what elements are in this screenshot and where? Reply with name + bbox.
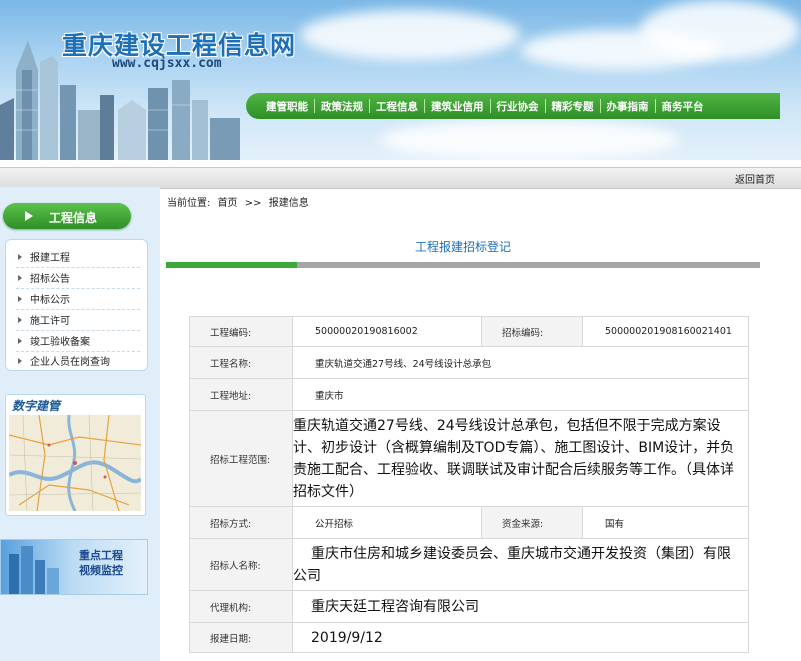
bullet-icon [18, 254, 22, 260]
fund-source-label: 资金来源: [481, 506, 583, 539]
breadcrumb-current: 报建信息 [268, 198, 309, 209]
divider [16, 267, 140, 268]
report-date-value: 2019/9/12 [292, 622, 749, 653]
sidebar-item-baojian[interactable]: 报建工程 [18, 249, 70, 267]
project-name-value: 重庆轨道交通27号线、24号线设计总承包 [292, 346, 749, 379]
table-row: 招标方式: 公开招标 资金来源: 国有 [189, 506, 749, 539]
agency-value: 重庆天廷工程咨询有限公司 [292, 590, 749, 623]
breadcrumb-home-link[interactable]: 首页 [218, 198, 238, 209]
bullet-icon [18, 296, 22, 302]
main-nav: 建管职能 政策法规 工程信息 建筑业信用 行业协会 精彩专题 办事指南 商务平台 [246, 93, 780, 119]
tender-method-label: 招标方式: [189, 506, 293, 539]
nav-item-association[interactable]: 行业协会 [491, 99, 545, 114]
site-url: www.cqjsxx.com [112, 56, 222, 71]
tender-scope-label: 招标工程范围: [189, 410, 293, 507]
table-row: 代理机构: 重庆天廷工程咨询有限公司 [189, 590, 749, 623]
progress-bar-fill [166, 262, 297, 268]
sidebar-section-header[interactable]: 工程信息 [3, 203, 131, 229]
project-info-table: 工程编码: 50000020190816002 招标编码: 5000002019… [189, 316, 749, 653]
cloud-decoration [300, 10, 520, 60]
table-row: 报建日期: 2019/9/12 [189, 622, 749, 653]
nav-item-topics[interactable]: 精彩专题 [546, 99, 600, 114]
video-monitor-line1: 重点工程 [79, 549, 123, 562]
nav-item-policy[interactable]: 政策法规 [315, 99, 369, 114]
sidebar-menu: 报建工程 招标公告 中标公示 施工许可 竣工验收备案 企业人员在岗查询 [5, 239, 148, 371]
top-bar: 返回首页 [0, 167, 801, 189]
bullet-icon [18, 338, 22, 344]
city-map-image [9, 415, 141, 511]
breadcrumb-separator: >> [244, 198, 262, 209]
nav-item-project-info[interactable]: 工程信息 [370, 99, 424, 114]
sidebar-item-award-notice[interactable]: 中标公示 [18, 291, 70, 309]
video-monitor-banner[interactable]: 重点工程 视频监控 [0, 539, 148, 595]
project-name-label: 工程名称: [189, 346, 293, 379]
tender-code-label: 招标编码: [481, 316, 583, 347]
sidebar-item-label: 招标公告 [30, 274, 70, 285]
digital-management-title: 数字建管 [12, 399, 61, 413]
nav-item-credit[interactable]: 建筑业信用 [425, 99, 490, 114]
play-arrow-icon [25, 211, 33, 221]
sidebar-section-title: 工程信息 [49, 211, 98, 225]
project-code-label: 工程编码: [189, 316, 293, 347]
project-address-value: 重庆市 [292, 378, 749, 411]
report-date-label: 报建日期: [189, 622, 293, 653]
project-address-label: 工程地址: [189, 378, 293, 411]
table-row: 招标人名称: 重庆市住房和城乡建设委员会、重庆城市交通开发投资（集团）有限公司 [189, 538, 749, 591]
cloud-decoration [640, 0, 800, 60]
sidebar-item-permit[interactable]: 施工许可 [18, 312, 70, 330]
table-row: 工程编码: 50000020190816002 招标编码: 5000002019… [189, 316, 749, 347]
table-row: 工程地址: 重庆市 [189, 378, 749, 411]
building-icon [9, 546, 59, 594]
bullet-icon [18, 275, 22, 281]
sidebar-item-acceptance[interactable]: 竣工验收备案 [18, 333, 90, 351]
nav-item-business[interactable]: 商务平台 [656, 99, 710, 114]
tender-method-value: 公开招标 [292, 506, 482, 539]
nav-item-jianguan[interactable]: 建管职能 [260, 99, 314, 114]
table-row: 工程名称: 重庆轨道交通27号线、24号线设计总承包 [189, 346, 749, 379]
sidebar-item-label: 企业人员在岗查询 [30, 357, 110, 368]
sidebar-item-label: 中标公示 [30, 295, 70, 306]
bullet-icon [18, 358, 22, 364]
tenderer-name-label: 招标人名称: [189, 538, 293, 591]
agency-label: 代理机构: [189, 590, 293, 623]
divider [16, 288, 140, 289]
sidebar: 工程信息 报建工程 招标公告 中标公示 施工许可 竣工验收备案 企业人员在岗查询… [0, 187, 160, 661]
tender-scope-value: 重庆轨道交通27号线、24号线设计总承包，包括但不限于完成方案设计、初步设计（含… [292, 410, 749, 507]
divider [16, 309, 140, 310]
breadcrumb: 当前位置: 首页 >> 报建信息 [167, 194, 313, 209]
divider [16, 330, 140, 331]
sidebar-item-label: 报建工程 [30, 253, 70, 264]
project-code-value: 50000020190816002 [292, 316, 482, 347]
digital-management-panel[interactable]: 数字建管 [5, 394, 146, 516]
cloud-decoration [380, 120, 680, 160]
breadcrumb-prefix: 当前位置: [167, 198, 211, 209]
sidebar-item-staff-query[interactable]: 企业人员在岗查询 [18, 353, 110, 371]
divider [16, 351, 140, 352]
city-skyline-image [0, 40, 240, 160]
table-row: 招标工程范围: 重庆轨道交通27号线、24号线设计总承包，包括但不限于完成方案设… [189, 410, 749, 507]
tender-code-value: 500000201908160021401 [582, 316, 749, 347]
page-title: 工程报建招标登记 [414, 240, 511, 254]
video-monitor-line2: 视频监控 [79, 564, 123, 577]
back-home-link[interactable]: 返回首页 [735, 171, 775, 186]
sidebar-item-tender-notice[interactable]: 招标公告 [18, 270, 70, 288]
site-banner: 重庆建设工程信息网 www.cqjsxx.com 建管职能 政策法规 工程信息 … [0, 0, 801, 160]
nav-item-guide[interactable]: 办事指南 [601, 99, 655, 114]
progress-bar [166, 262, 760, 268]
bullet-icon [18, 317, 22, 323]
sidebar-item-label: 竣工验收备案 [30, 337, 90, 348]
video-monitor-title: 重点工程 视频监控 [79, 548, 123, 578]
tenderer-name-value: 重庆市住房和城乡建设委员会、重庆城市交通开发投资（集团）有限公司 [292, 538, 749, 591]
sidebar-item-label: 施工许可 [30, 316, 70, 327]
fund-source-value: 国有 [582, 506, 749, 539]
